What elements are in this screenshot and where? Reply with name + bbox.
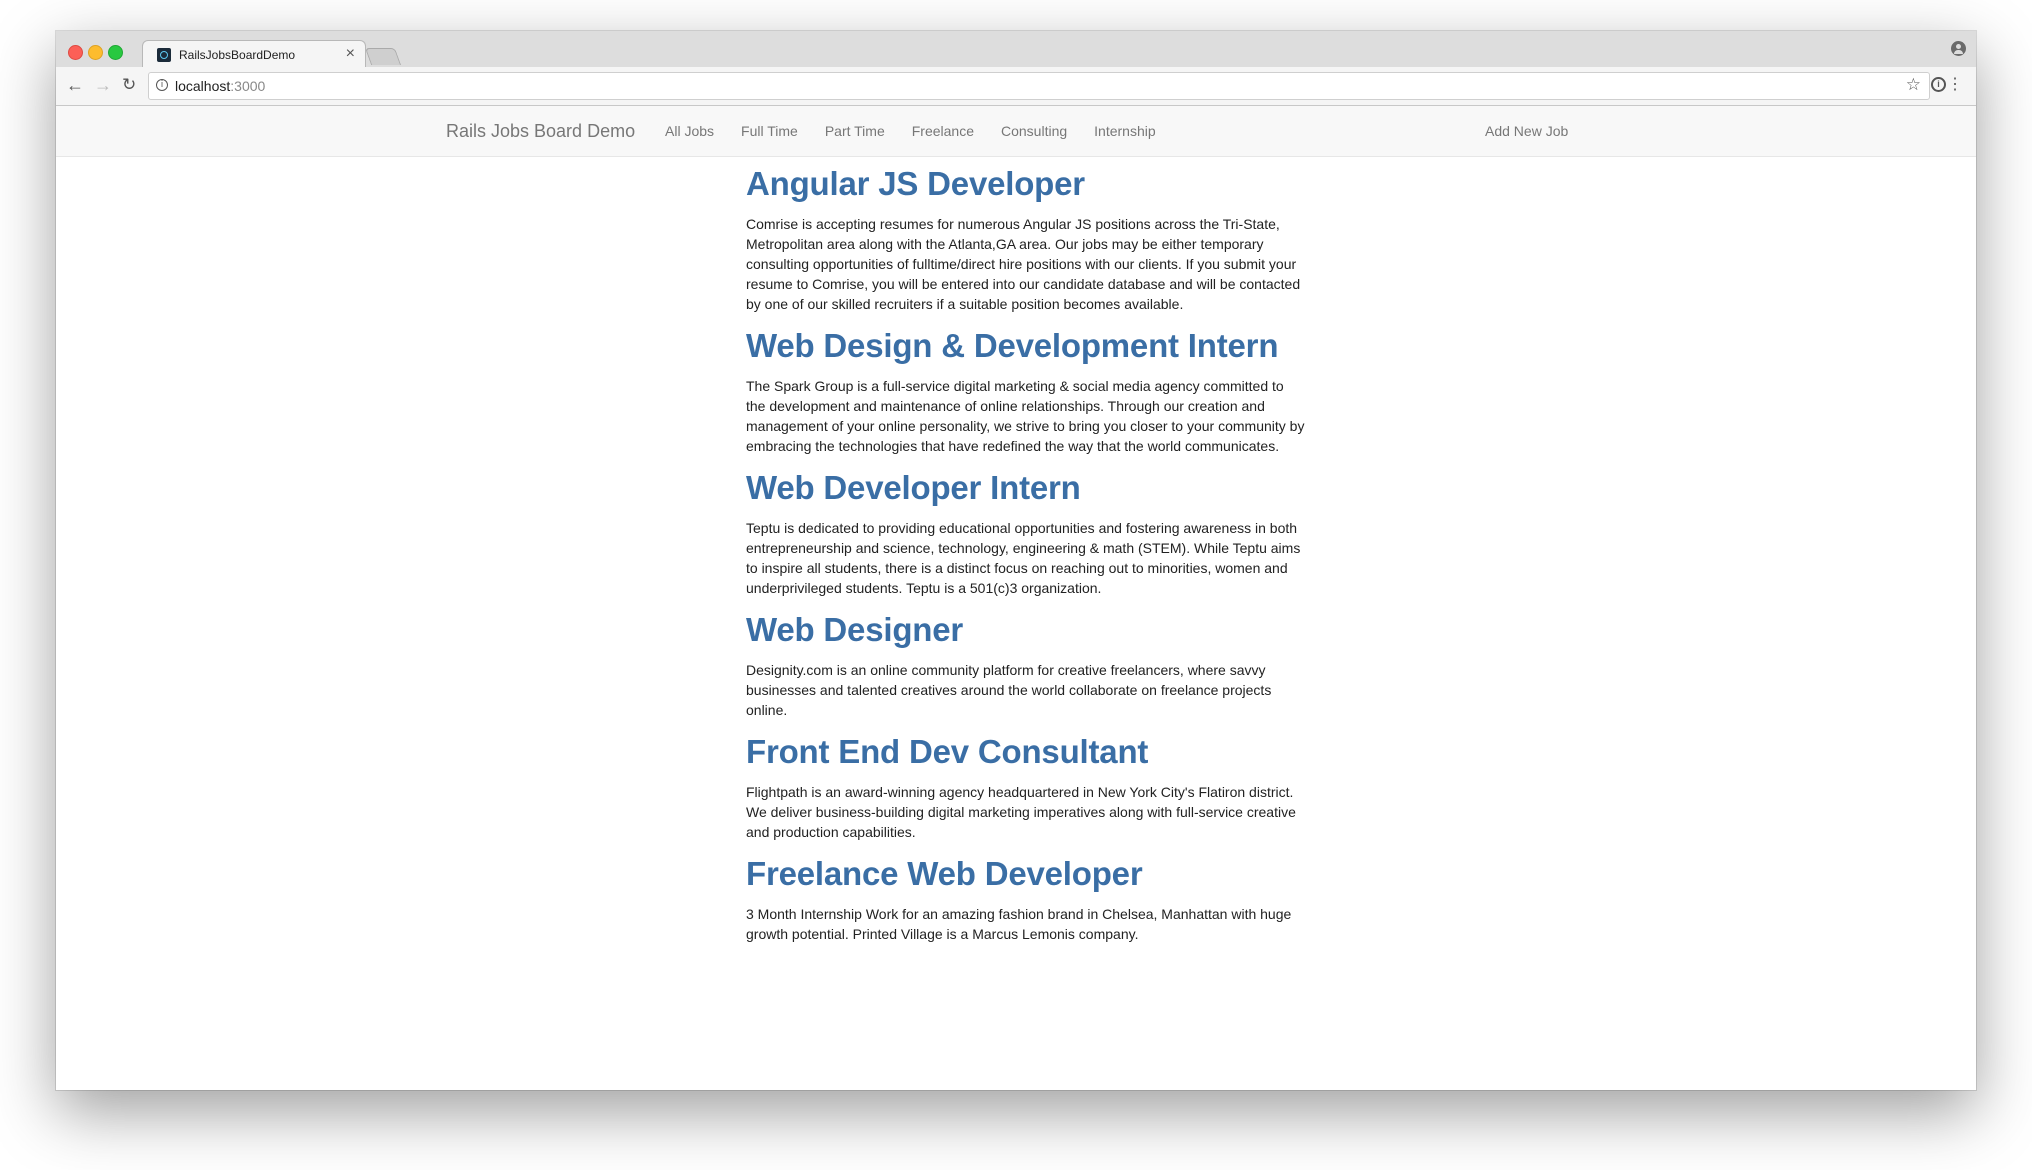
job-item: Web Design & Development Intern The Spar… [746,326,1306,456]
favicon-icon [157,48,171,62]
url-host: localhost [175,78,231,94]
job-title-link[interactable]: Angular JS Developer [746,164,1306,204]
nav-link-all-jobs[interactable]: All Jobs [665,123,714,139]
job-description: 3 Month Internship Work for an amazing f… [746,906,1292,942]
job-description: Teptu is dedicated to providing educatio… [746,520,1301,596]
add-new-job-link[interactable]: Add New Job [1485,123,1568,139]
job-description: The Spark Group is a full-service digita… [746,378,1305,454]
job-list: Angular JS Developer Comrise is acceptin… [746,164,1306,956]
job-title-link[interactable]: Web Developer Intern [746,468,1306,508]
job-description: Flightpath is an award-winning agency he… [746,784,1296,840]
browser-toolbar: ← → ↻ i localhost:3000 ☆ i ⋮ [56,67,1976,106]
nav-link-part-time[interactable]: Part Time [825,123,885,139]
browser-window: RailsJobsBoardDemo × ← → ↻ i localhost:3… [56,31,1976,1090]
nav-links: All Jobs Full Time Part Time Freelance Consu… [665,123,1183,141]
job-item: Web Developer Intern Teptu is dedicated … [746,468,1306,598]
kebab-menu-icon[interactable]: ⋮ [1947,74,1963,94]
navbar-brand[interactable]: Rails Jobs Board Demo [446,121,635,142]
profile-icon[interactable] [1951,41,1966,56]
nav-link-internship[interactable]: Internship [1094,123,1155,139]
tab-close-icon[interactable]: × [346,45,355,63]
job-item: Angular JS Developer Comrise is acceptin… [746,164,1306,314]
arrow-right-icon[interactable]: → [94,75,112,95]
url-port: :3000 [230,78,266,94]
job-item: Web Designer Designity.com is an online … [746,610,1306,720]
arrow-left-icon[interactable]: ← [66,75,84,95]
new-tab-button[interactable] [364,48,402,65]
job-item: Front End Dev Consultant Flightpath is a… [746,732,1306,842]
web-page: Rails Jobs Board Demo All Jobs Full Time P… [56,106,1976,1090]
nav-link-full-time[interactable]: Full Time [741,123,798,139]
job-title-link[interactable]: Web Design & Development Intern [746,326,1306,366]
job-description: Designity.com is an online community pla… [746,662,1272,718]
job-title-link[interactable]: Web Designer [746,610,1306,650]
url-text: localhost:3000 [175,78,265,94]
site-navbar: Rails Jobs Board Demo All Jobs Full Time P… [56,106,1976,157]
job-title-link[interactable]: Freelance Web Developer [746,854,1306,894]
maximize-window-icon[interactable] [108,45,123,60]
job-item: Freelance Web Developer 3 Month Internsh… [746,854,1306,944]
minimize-window-icon[interactable] [88,45,103,60]
nav-link-consulting[interactable]: Consulting [1001,123,1067,139]
star-icon[interactable]: ☆ [1906,75,1921,95]
job-title-link[interactable]: Front End Dev Consultant [746,732,1306,772]
info-icon[interactable]: i [156,79,168,91]
job-description: Comrise is accepting resumes for numerou… [746,216,1301,312]
close-window-icon[interactable] [68,45,83,60]
browser-tab[interactable]: RailsJobsBoardDemo × [142,40,366,69]
tab-strip: RailsJobsBoardDemo × [56,31,1976,69]
extension-icon[interactable]: i [1931,77,1946,92]
address-bar[interactable]: i localhost:3000 ☆ [148,72,1930,100]
nav-link-freelance[interactable]: Freelance [912,123,974,139]
tab-title: RailsJobsBoardDemo [179,48,296,62]
reload-icon[interactable]: ↻ [122,75,136,95]
